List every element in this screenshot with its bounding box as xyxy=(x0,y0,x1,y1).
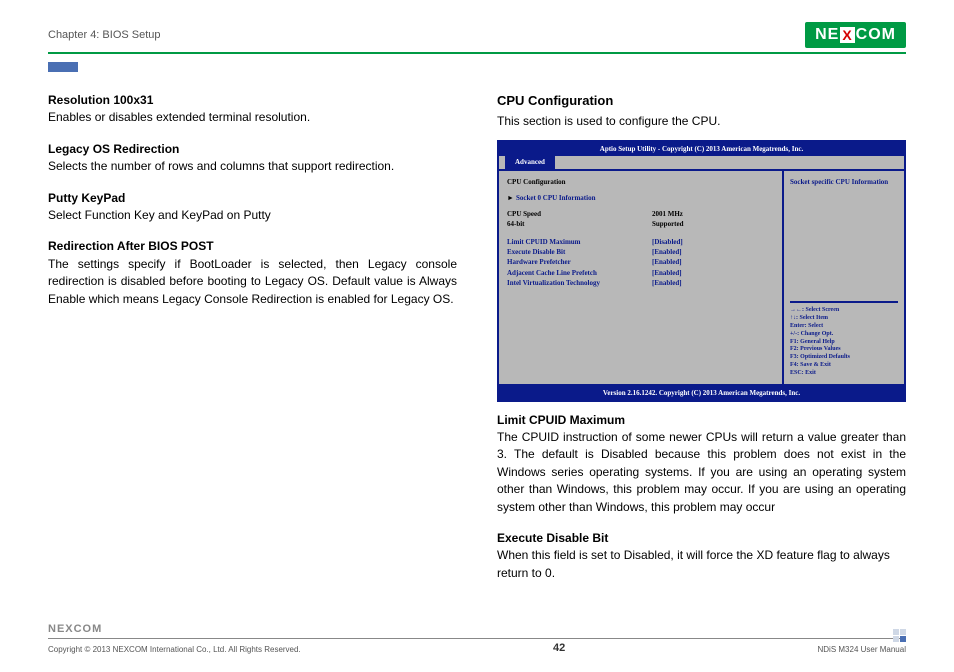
bios-socket-row: ► Socket 0 CPU Information xyxy=(507,193,774,203)
bios-opt-row: Hardware Prefetcher[Enabled] xyxy=(507,257,774,267)
bios-tabrow: Advanced xyxy=(499,156,904,168)
footer-copyright: Copyright © 2013 NEXCOM International Co… xyxy=(48,645,301,654)
bios-section-title: CPU Configuration xyxy=(507,177,774,187)
footer-squares-icon xyxy=(893,629,906,642)
heading-resolution: Resolution 100x31 xyxy=(48,92,457,109)
heading-putty: Putty KeyPad xyxy=(48,190,457,207)
bios-title: Aptio Setup Utility - Copyright (C) 2013… xyxy=(499,142,904,156)
bios-help-line: F2: Previous Values xyxy=(790,346,898,354)
right-column: CPU Configuration This section is used t… xyxy=(497,92,906,584)
bios-help-line: F4: Save & Exit xyxy=(790,362,898,370)
bios-opt-row: Adjacent Cache Line Prefetch[Enabled] xyxy=(507,268,774,278)
bios-help-line: +/-: Change Opt. xyxy=(790,331,898,339)
bios-main-panel: CPU Configuration ► Socket 0 CPU Informa… xyxy=(499,171,784,384)
bios-opt-label: Adjacent Cache Line Prefetch xyxy=(507,268,652,278)
bios-opt-row: Limit CPUID Maximum[Disabled] xyxy=(507,237,774,247)
bios-info-row: 64-bit Supported xyxy=(507,219,774,229)
footer-manual-name: NDiS M324 User Manual xyxy=(818,645,906,654)
bios-help-line: F3: Optimized Defaults xyxy=(790,354,898,362)
heading-redirection-post: Redirection After BIOS POST xyxy=(48,238,457,255)
text-limit-cpuid: The CPUID instruction of some newer CPUs… xyxy=(497,429,906,516)
chapter-title: Chapter 4: BIOS Setup xyxy=(48,29,161,41)
text-putty: Select Function Key and KeyPad on Putty xyxy=(48,207,457,224)
bios-opt-val: [Disabled] xyxy=(652,237,683,247)
page-number: 42 xyxy=(553,642,565,654)
bios-opt-row: Execute Disable Bit[Enabled] xyxy=(507,247,774,257)
heading-execute-disable: Execute Disable Bit xyxy=(497,530,906,547)
text-resolution: Enables or disables extended terminal re… xyxy=(48,109,457,126)
text-legacy-os: Selects the number of rows and columns t… xyxy=(48,158,457,175)
bios-socket-label: Socket 0 CPU Information xyxy=(516,193,596,203)
text-cpu-config: This section is used to configure the CP… xyxy=(497,113,906,130)
bios-opt-label: Execute Disable Bit xyxy=(507,247,652,257)
bios-tab-advanced: Advanced xyxy=(505,156,555,168)
bios-help-line: ESC: Exit xyxy=(790,370,898,378)
bios-side-panel: Socket specific CPU Information →←: Sele… xyxy=(784,171,904,384)
bios-opt-label: Limit CPUID Maximum xyxy=(507,237,652,247)
bios-help-line: Enter: Select xyxy=(790,323,898,331)
bios-opt-label: Hardware Prefetcher xyxy=(507,257,652,267)
footer-logo: NEXCOM xyxy=(48,623,102,635)
bios-help-keys: →←: Select Screen ↑↓: Select Item Enter:… xyxy=(790,301,898,377)
bios-cpu-speed-val: 2001 MHz xyxy=(652,209,683,219)
accent-tab xyxy=(48,62,78,72)
text-execute-disable: When this field is set to Disabled, it w… xyxy=(497,547,906,582)
bios-opt-val: [Enabled] xyxy=(652,268,682,278)
bios-help-line: F1: General Help xyxy=(790,339,898,347)
heading-cpu-config: CPU Configuration xyxy=(497,92,906,111)
bios-help-line: →←: Select Screen xyxy=(790,307,898,315)
bios-side-info: Socket specific CPU Information xyxy=(790,177,898,187)
logo-x-icon: X xyxy=(840,27,854,43)
bios-64bit-label: 64-bit xyxy=(507,219,652,229)
bios-opt-label: Intel Virtualization Technology xyxy=(507,278,652,288)
text-redirection-post: The settings specify if BootLoader is se… xyxy=(48,256,457,308)
bios-help-line: ↑↓: Select Item xyxy=(790,315,898,323)
logo-text-left: NE xyxy=(815,26,839,44)
bios-screenshot: Aptio Setup Utility - Copyright (C) 2013… xyxy=(497,140,906,401)
brand-logo: NE X COM xyxy=(805,22,906,48)
bios-version-footer: Version 2.16.1242. Copyright (C) 2013 Am… xyxy=(499,384,904,400)
page-footer: NEXCOM Copyright © 2013 NEXCOM Internati… xyxy=(48,638,906,654)
bios-opt-val: [Enabled] xyxy=(652,278,682,288)
heading-limit-cpuid: Limit CPUID Maximum xyxy=(497,412,906,429)
heading-legacy-os: Legacy OS Redirection xyxy=(48,141,457,158)
bios-opt-row: Intel Virtualization Technology[Enabled] xyxy=(507,278,774,288)
page-header: Chapter 4: BIOS Setup NE X COM xyxy=(48,22,906,54)
bios-64bit-val: Supported xyxy=(652,219,684,229)
logo-text-right: COM xyxy=(856,26,896,44)
bios-arrow-icon: ► xyxy=(507,193,514,203)
bios-opt-val: [Enabled] xyxy=(652,247,682,257)
bios-opt-val: [Enabled] xyxy=(652,257,682,267)
left-column: Resolution 100x31 Enables or disables ex… xyxy=(48,92,457,584)
bios-cpu-speed-label: CPU Speed xyxy=(507,209,652,219)
bios-info-row: CPU Speed 2001 MHz xyxy=(507,209,774,219)
